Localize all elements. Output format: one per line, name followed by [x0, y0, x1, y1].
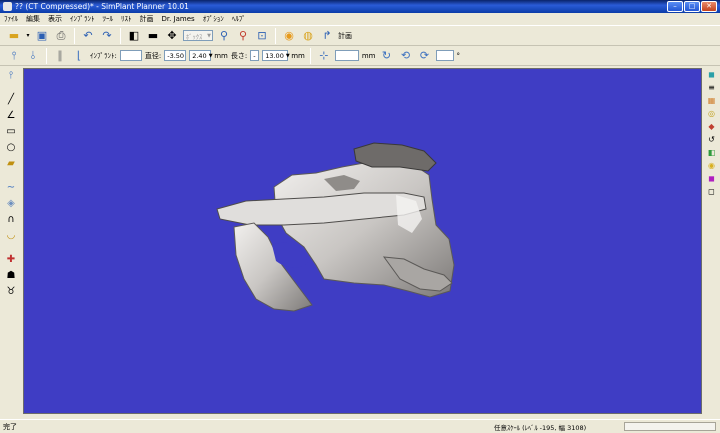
arch-tool-icon[interactable]: ∩: [4, 213, 18, 227]
box-combo[interactable]: ﾎﾞｯｸｽ ▼: [183, 30, 213, 41]
menu-list[interactable]: ﾘｽﾄ: [121, 14, 132, 24]
diameter-label: 直径:: [144, 51, 162, 60]
toolbar-separator: [46, 47, 47, 64]
undo-icon[interactable]: ↶: [80, 28, 96, 44]
layers-icon[interactable]: ≡: [706, 82, 717, 93]
implant-toolbar: ⫯ ⫰ ∥ ⌊ ｲﾝﾌﾟﾗﾝﾄ: 直径: -3.50 2.40 ▼ mm 長さ: …: [0, 46, 720, 66]
toolbar-separator: [120, 27, 121, 44]
redo-icon[interactable]: ↷: [99, 28, 115, 44]
person-tool-icon[interactable]: ☗: [4, 269, 18, 283]
implant-list-icon[interactable]: ⌊: [71, 48, 87, 64]
left-tool-strip: ⫯ ╱ ∠ ▭ ○ ▰ ∼ ◈ ∩ ◡ ✚ ☗ ♉: [0, 67, 22, 414]
angle-field[interactable]: [435, 50, 454, 61]
status-panel: [624, 422, 716, 431]
menu-options[interactable]: ｵﾌﾟｼｮﾝ: [203, 14, 224, 24]
green-cube-icon[interactable]: ◧: [706, 147, 717, 158]
diameter-unit: mm: [214, 51, 228, 60]
save-icon[interactable]: ▣: [34, 28, 50, 44]
view-3d-icon[interactable]: ◼: [706, 69, 717, 80]
maximize-button[interactable]: □: [684, 1, 700, 12]
purple-cube-icon[interactable]: ◼: [706, 173, 717, 184]
length-field[interactable]: -: [250, 50, 260, 61]
line-tool-icon[interactable]: ╱: [4, 93, 18, 107]
rotate-implant-icon[interactable]: ↻: [379, 48, 395, 64]
app-icon: [3, 2, 12, 11]
title-bar: ?? (CT Compressed)* - SimPlant Planner 1…: [0, 0, 720, 13]
move-icon[interactable]: ✥: [164, 28, 180, 44]
3d-viewport[interactable]: [23, 68, 702, 414]
diameter-field[interactable]: -3.50: [164, 50, 187, 61]
post-icon[interactable]: ∥: [52, 48, 68, 64]
yellow-sphere-icon[interactable]: ◉: [706, 160, 717, 171]
palette-icon[interactable]: ▦: [706, 95, 717, 106]
gold-circle-icon[interactable]: ◍: [300, 28, 316, 44]
close-button[interactable]: ✕: [701, 1, 717, 12]
curve-tool-icon[interactable]: ∼: [4, 181, 18, 195]
nerve-tool-icon[interactable]: ◡: [4, 229, 18, 243]
fit-view-icon[interactable]: ⊡: [254, 28, 270, 44]
toolbar-separator: [309, 47, 311, 64]
minimize-button[interactable]: –: [667, 1, 683, 12]
copy-icon[interactable]: ◧: [126, 28, 142, 44]
crosshair-tool-icon[interactable]: ✚: [4, 253, 18, 267]
right-tool-strip: ◼ ≡ ▦ ◎ ◆ ↺ ◧ ◉ ◼ ◻: [703, 67, 720, 414]
circle-tool-icon[interactable]: ○: [4, 141, 18, 155]
window-level-readout: 任意ｽｹｰﾙ (ﾚﾍﾞﾙ -195, 幅 3108): [494, 423, 587, 432]
status-text: 完了: [3, 422, 17, 431]
toolbar-separator: [275, 27, 276, 44]
print-icon[interactable]: ⎙: [53, 28, 69, 44]
skull-render: [216, 142, 455, 312]
main-toolbar: ▬ ▾ ▣ ⎙ ↶ ↷ ◧ ▬ ✥ ﾎﾞｯｸｽ ▼ ⚲ ⚲ ⊡ ◉ ◍ ↱ 計画: [0, 25, 720, 46]
diameter-combo[interactable]: 2.40 ▼: [189, 50, 213, 61]
zoom-off-icon[interactable]: ⚲: [235, 28, 251, 44]
length-unit: mm: [291, 51, 305, 60]
length-label: 長さ:: [230, 51, 248, 60]
orange-circle-icon[interactable]: ◉: [281, 28, 297, 44]
mask-icon[interactable]: ◎: [706, 108, 717, 119]
text-tool-icon[interactable]: ▰: [4, 157, 18, 171]
angle-tool-icon[interactable]: ∠: [4, 109, 18, 123]
menu-plan[interactable]: 計画: [140, 14, 154, 24]
menu-help[interactable]: ﾍﾙﾌﾟ: [232, 14, 246, 24]
toolbar-separator: [74, 27, 75, 44]
tooth-tool-icon[interactable]: ♉: [4, 285, 18, 299]
panel-icon[interactable]: ▬: [145, 28, 161, 44]
open-folder-icon[interactable]: ▬: [6, 28, 22, 44]
menu-doctor[interactable]: Dr. James: [162, 15, 195, 23]
offset-field[interactable]: [334, 50, 359, 61]
menu-edit[interactable]: 編集: [26, 14, 40, 24]
menu-bar: ﾌｧｲﾙ 編集 表示 ｲﾝﾌﾟﾗﾝﾄ ﾂｰﾙ ﾘｽﾄ 計画 Dr. James …: [0, 13, 720, 25]
refresh-icon[interactable]: ↺: [706, 134, 717, 145]
status-bar: 完了 任意ｽｹｰﾙ (ﾚﾍﾞﾙ -195, 幅 3108): [0, 419, 720, 433]
plan-label[interactable]: 計画: [338, 31, 352, 41]
implant-add-icon[interactable]: ⫰: [25, 48, 41, 64]
cube-tool-icon[interactable]: ◈: [4, 197, 18, 211]
plan-icon[interactable]: ↱: [319, 28, 335, 44]
window-title: ?? (CT Compressed)* - SimPlant Planner 1…: [15, 2, 189, 11]
tilt-implant-icon[interactable]: ⟲: [398, 48, 414, 64]
offset-unit: mm: [361, 51, 376, 60]
angle-unit: °: [456, 51, 461, 60]
menu-tools[interactable]: ﾂｰﾙ: [103, 14, 114, 24]
implant-field[interactable]: [119, 50, 142, 61]
length-combo[interactable]: 13.00 ▼: [262, 50, 290, 61]
menu-view[interactable]: 表示: [48, 14, 62, 24]
menu-file[interactable]: ﾌｧｲﾙ: [4, 14, 18, 24]
wireframe-icon[interactable]: ◻: [706, 186, 717, 197]
dropdown-arrow-icon[interactable]: ▾: [25, 28, 31, 44]
menu-implant[interactable]: ｲﾝﾌﾟﾗﾝﾄ: [70, 14, 95, 24]
offset-icon[interactable]: ⊹: [316, 48, 332, 64]
implant-tool-icon[interactable]: ⫯: [4, 69, 18, 83]
color-icon[interactable]: ◆: [706, 121, 717, 132]
implant-label: ｲﾝﾌﾟﾗﾝﾄ:: [90, 51, 117, 60]
spin-implant-icon[interactable]: ⟳: [417, 48, 433, 64]
implant-icon[interactable]: ⫯: [6, 48, 22, 64]
rectangle-tool-icon[interactable]: ▭: [4, 125, 18, 139]
zoom-icon[interactable]: ⚲: [216, 28, 232, 44]
